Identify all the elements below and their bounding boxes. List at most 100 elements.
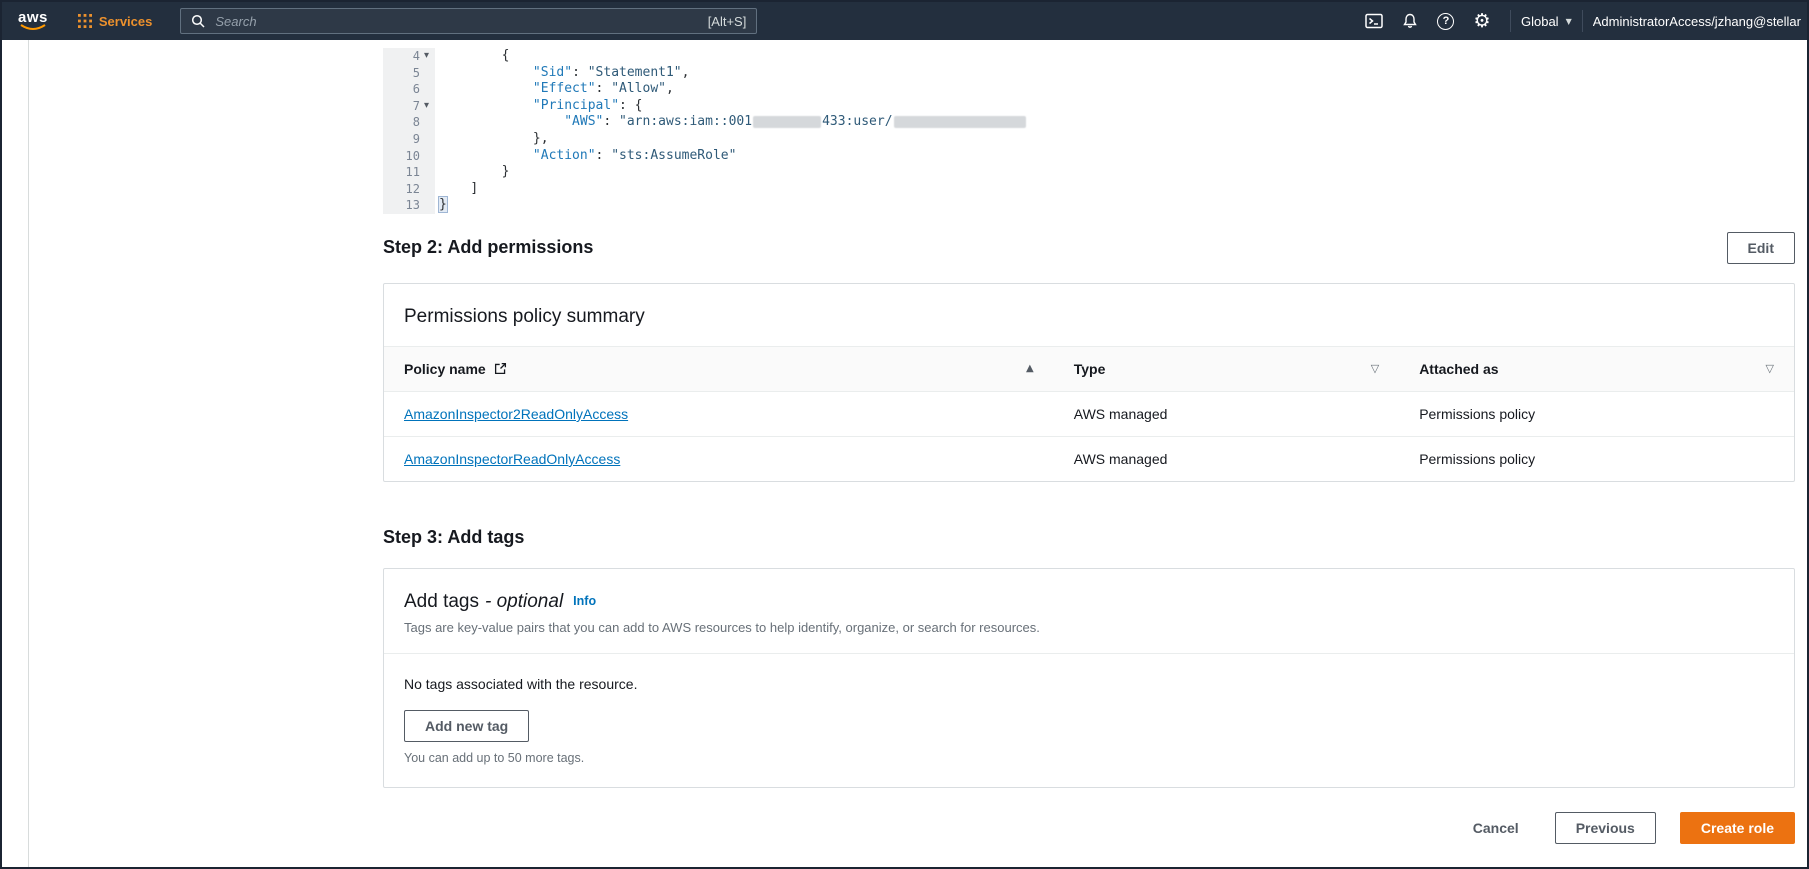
code-text: "Effect": "Allow",: [532, 81, 674, 97]
line-number: 12: [405, 181, 420, 196]
search-shortcut: [Alt+S]: [707, 13, 747, 29]
cloudshell-terminal-icon: [1365, 13, 1383, 29]
policy-link[interactable]: AmazonInspectorReadOnlyAccess: [404, 451, 620, 467]
code-text: },: [532, 130, 549, 146]
services-menu[interactable]: Services: [77, 14, 152, 29]
sortable-triangle-icon[interactable]: ▽: [1371, 362, 1379, 375]
fold-toggle-icon[interactable]: ▾: [420, 98, 433, 115]
code-line: 7 ▾ "Principal": {: [383, 97, 1795, 115]
policy-link[interactable]: AmazonInspector2ReadOnlyAccess: [404, 406, 628, 422]
gutter: 4 ▾: [383, 48, 435, 65]
line-number: 11: [405, 165, 420, 180]
aws-console-window: aws Services [Alt+S]: [0, 0, 1809, 869]
code-line: 11 }: [383, 164, 1795, 181]
line-number: 4: [412, 49, 420, 63]
permissions-table-header: Policy name ▲ Type ▽ Attached as ▽: [384, 345, 1794, 392]
settings-button[interactable]: ⚙: [1464, 2, 1500, 40]
help-button[interactable]: ?: [1428, 2, 1464, 40]
search-bar[interactable]: [Alt+S]: [180, 8, 758, 34]
notifications-button[interactable]: [1392, 2, 1428, 40]
gutter: 6: [383, 81, 435, 98]
redacted-user-name: [893, 115, 1026, 128]
code-text: }: [438, 196, 448, 214]
line-number: 10: [405, 148, 420, 163]
line-number: 8: [412, 115, 420, 130]
code-text: "Sid": "Statement1",: [532, 64, 690, 80]
code-text: "AWS": "arn:aws:iam::001 433:user/: [435, 114, 1027, 131]
account-menu[interactable]: AdministratorAccess/jzhang@stellar: [1593, 14, 1801, 29]
gutter: 13: [383, 197, 435, 214]
code-text: ]: [470, 180, 479, 196]
nav-divider: [1509, 10, 1511, 32]
fold-toggle-icon[interactable]: ▾: [420, 48, 433, 65]
attached-as-column-label: Attached as: [1419, 360, 1499, 377]
nav-divider: [1581, 10, 1583, 32]
sort-ascending-icon[interactable]: ▲: [1026, 363, 1034, 374]
sortable-triangle-icon[interactable]: ▽: [1766, 362, 1774, 375]
table-row: AmazonInspectorReadOnlyAccess AWS manage…: [384, 437, 1794, 481]
line-number: 6: [412, 82, 420, 97]
search-input[interactable]: [213, 12, 708, 30]
no-tags-message: No tags associated with the resource.: [404, 675, 638, 692]
region-selector[interactable]: Global ▼: [1521, 14, 1572, 29]
aws-smile-icon: [20, 23, 46, 30]
add-tags-card: Add tags - optional Info Tags are key-valu…: [383, 567, 1795, 788]
step2-heading: Step 2: Add permissions: [383, 237, 594, 258]
external-link-icon: [494, 363, 506, 375]
policy-type: AWS managed: [1073, 450, 1168, 467]
info-link[interactable]: Info: [573, 594, 596, 608]
type-column-header[interactable]: Type ▽: [1054, 347, 1399, 391]
add-tags-description: Tags are key-value pairs that you can ad…: [404, 619, 1040, 635]
code-text: {: [501, 48, 510, 63]
code-line: 12 ]: [383, 180, 1795, 198]
policy-name-column-header[interactable]: Policy name ▲: [384, 347, 1054, 391]
edit-permissions-button[interactable]: Edit: [1726, 231, 1795, 264]
chevron-down-icon: ▼: [1565, 16, 1572, 26]
add-tags-title: Add tags - optional Info: [404, 591, 1774, 613]
search-icon: [192, 14, 205, 28]
aws-logo-text: aws: [18, 8, 48, 26]
gear-icon: ⚙: [1473, 9, 1491, 32]
optional-label: - optional: [485, 590, 564, 612]
code-line: 5 "Sid": "Statement1",: [383, 64, 1795, 82]
code-line: 6 "Effect": "Allow",: [383, 81, 1795, 98]
policy-name-column-label: Policy name: [404, 360, 486, 377]
step3-header-row: Step 3: Add tags: [383, 522, 1795, 554]
type-column-label: Type: [1073, 360, 1106, 377]
add-tags-title-text: Add tags: [404, 590, 479, 612]
gutter: 7 ▾: [383, 97, 435, 115]
create-role-button[interactable]: Create role: [1679, 811, 1795, 844]
policy-type: AWS managed: [1073, 405, 1168, 422]
code-text: "Action": "sts:AssumeRole": [532, 147, 737, 163]
gutter: 8: [383, 114, 435, 131]
policy-attached-as: Permissions policy: [1419, 450, 1536, 467]
code-line: 4 ▾ {: [383, 48, 1795, 65]
line-number: 13: [405, 198, 420, 213]
gutter: 11: [383, 164, 435, 181]
gutter: 9: [383, 130, 435, 148]
step3-heading: Step 3: Add tags: [383, 527, 525, 548]
gutter: 5: [383, 64, 435, 82]
permissions-summary-card: Permissions policy summary Policy name ▲…: [383, 282, 1795, 482]
redacted-account-id: [753, 115, 822, 128]
question-mark-icon: ?: [1437, 12, 1455, 30]
cancel-button[interactable]: Cancel: [1469, 812, 1523, 844]
policy-attached-as: Permissions policy: [1419, 405, 1536, 422]
add-new-tag-button[interactable]: Add new tag: [404, 709, 530, 742]
top-navigation: aws Services [Alt+S]: [2, 2, 1807, 40]
tags-remaining-hint: You can add up to 50 more tags.: [404, 750, 585, 765]
bell-icon: [1403, 13, 1417, 28]
code-line: 8 "AWS": "arn:aws:iam::001 433:user/: [383, 114, 1795, 131]
previous-button[interactable]: Previous: [1554, 811, 1656, 844]
cloudshell-button[interactable]: [1356, 2, 1392, 40]
permissions-card-title: Permissions policy summary: [404, 305, 645, 327]
wizard-actions: Cancel Previous Create role: [383, 811, 1795, 844]
line-number: 7: [412, 98, 420, 113]
line-number: 5: [412, 65, 420, 80]
policy-json-editor[interactable]: 4 ▾ { 5 "Sid": "Statement1", 6 "Effect": …: [383, 48, 1795, 214]
aws-logo[interactable]: aws: [18, 8, 48, 32]
code-line: 9 },: [383, 130, 1795, 148]
attached-as-column-header[interactable]: Attached as ▽: [1399, 347, 1794, 391]
gutter: 10: [383, 147, 435, 165]
left-panel-border: [28, 40, 29, 867]
